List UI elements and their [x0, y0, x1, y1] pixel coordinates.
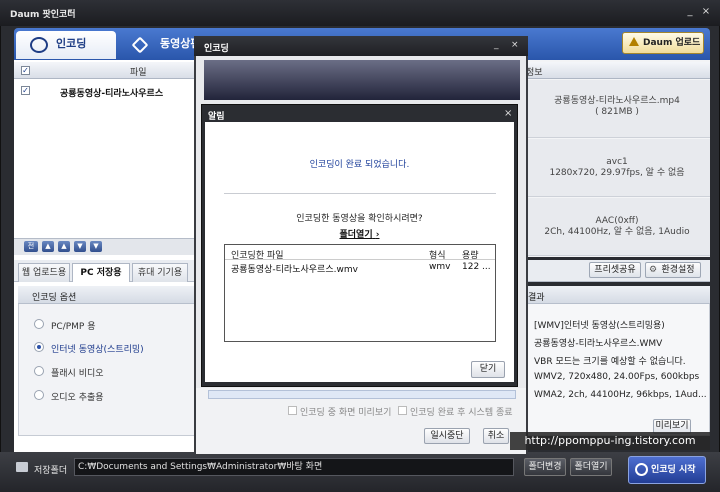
- minimize-button[interactable]: _: [684, 6, 696, 17]
- move-up-button[interactable]: ▲: [58, 241, 70, 252]
- info-header: 정보: [524, 62, 710, 79]
- table-cell-format: wmv: [429, 262, 451, 272]
- cancel-button[interactable]: 취소: [483, 428, 509, 444]
- alert-divider: [224, 193, 496, 194]
- info-audio-codec: AAC(0xff): [595, 216, 639, 226]
- encoding-dialog-title-bar: 인코딩 _ ×: [194, 36, 528, 56]
- option-streaming-label: 인터넷 동영상(스트리밍): [51, 345, 144, 355]
- open-folder-link-label: 폴더열기: [339, 230, 373, 240]
- open-folder-button[interactable]: 폴더열기: [570, 458, 612, 476]
- change-folder-button[interactable]: 폴더변경: [524, 458, 566, 476]
- info-audio-block: AAC(0xff) 2Ch, 44100Hz, 알 수 없음, 1Audio: [524, 198, 710, 256]
- radio-audio[interactable]: [34, 390, 44, 400]
- table-header-divider: [225, 259, 495, 260]
- app-title: Daum 팟인코더: [10, 10, 76, 20]
- save-folder-label: 저장폴더: [34, 466, 68, 476]
- option-audio-label: 오디오 추출용: [51, 393, 104, 403]
- move-first-button[interactable]: 전: [24, 241, 38, 252]
- result-size-note: VBR 모드는 크기를 예상할 수 없습니다.: [534, 357, 686, 367]
- save-path-field[interactable]: C:₩Documents and Settings₩Administrator₩…: [74, 458, 514, 476]
- info-file-name: 공룡동영상-티라노사우르스.mp4: [554, 96, 680, 106]
- daum-upload-label: Daum 업로드: [643, 38, 701, 48]
- title-menu-arrow-icon[interactable]: ▾: [68, 7, 73, 17]
- select-all-checkbox[interactable]: ✓: [21, 66, 30, 75]
- alert-close-button[interactable]: 닫기: [471, 361, 505, 378]
- tab-web-upload[interactable]: 웹 업로드용: [18, 263, 70, 282]
- alert-title: 알림: [208, 112, 225, 122]
- result-header-label: 결과: [528, 293, 545, 303]
- daum-upload-button[interactable]: Daum 업로드: [622, 32, 704, 54]
- preset-share-button[interactable]: 프리셋공유: [589, 262, 641, 278]
- shutdown-after-encoding-checkbox[interactable]: [398, 406, 407, 415]
- preview-while-encoding-checkbox[interactable]: [288, 406, 297, 415]
- result-filename: 공룡동영상-티라노사우르스.WMV: [534, 339, 663, 349]
- encoding-progress-bar: [208, 390, 516, 399]
- info-video-block: avc1 1280x720, 29.97fps, 알 수 없음: [524, 139, 710, 197]
- encoding-options-header: 인코딩 옵션: [18, 286, 204, 304]
- info-file-block: 공룡동영상-티라노사우르스.mp4 ( 821MB ): [524, 80, 710, 138]
- close-button[interactable]: ×: [700, 6, 712, 17]
- watermark: http://ppomppu-ing.tistory.com: [510, 432, 710, 450]
- radio-pc-pmp[interactable]: [34, 319, 44, 329]
- pause-button[interactable]: 일시중단: [424, 428, 470, 444]
- encoding-options-panel: [18, 286, 204, 436]
- settings-button-label: 환경설정: [661, 265, 695, 275]
- folder-icon: [16, 462, 28, 472]
- move-top-button[interactable]: ▲: [42, 241, 54, 252]
- info-audio-detail: 2Ch, 44100Hz, 알 수 없음, 1Audio: [544, 227, 690, 237]
- encoding-video-preview: [204, 60, 520, 100]
- info-video-detail: 1280x720, 29.97fps, 알 수 없음: [549, 168, 685, 178]
- start-encoding-label: 인코딩 시작: [651, 465, 696, 475]
- result-preset: [WMV]인터넷 동영상(스트리밍용): [534, 321, 665, 331]
- tab-mobile[interactable]: 휴대 기기용: [132, 263, 188, 282]
- option-flash-label: 플래시 비디오: [51, 369, 104, 379]
- result-audio: WMA2, 2ch, 44100Hz, 96kbps, 1Aud...: [534, 390, 707, 400]
- info-header-label: 정보: [526, 68, 543, 78]
- encoding-dialog-minimize-button[interactable]: _: [494, 40, 499, 50]
- shutdown-after-encoding-label: 인코딩 완료 후 시스템 종료: [410, 408, 513, 418]
- start-encoding-button[interactable]: 인코딩 시작: [628, 456, 706, 484]
- radio-streaming[interactable]: [34, 342, 44, 352]
- gear-icon: ⚙: [649, 265, 658, 275]
- option-pc-pmp-label: PC/PMP 용: [51, 322, 96, 332]
- file-row-checkbox[interactable]: ✓: [21, 86, 30, 95]
- open-folder-link[interactable]: 폴더열기 ›: [205, 227, 514, 240]
- title-bar: Daum 팟인코더 ▾ _ ×: [0, 0, 720, 26]
- confirm-question: 인코딩한 동영상을 확인하시려면?: [296, 214, 423, 224]
- result-video: WMV2, 720x480, 24.00Fps, 600kbps: [534, 372, 700, 382]
- alert-close-icon[interactable]: ×: [504, 108, 512, 119]
- info-file-size: ( 821MB ): [595, 107, 639, 117]
- file-row-name: 공룡동영상-티라노사우르스: [60, 89, 164, 99]
- encoding-complete-message: 인코딩이 완료 되었습니다.: [309, 160, 410, 170]
- disc-icon: [635, 463, 648, 476]
- wand-icon: [131, 36, 149, 54]
- encoding-dialog-title: 인코딩: [204, 44, 229, 54]
- table-cell-file: 공룡동영상-티라노사우르스.wmv: [231, 265, 358, 275]
- file-column-header: 파일: [130, 68, 147, 78]
- tab-pc-save[interactable]: PC 저장용: [72, 263, 130, 282]
- info-video-codec: avc1: [606, 157, 628, 167]
- upload-arrow-icon: [629, 37, 639, 46]
- move-down-button[interactable]: ▼: [74, 241, 86, 252]
- move-bottom-button[interactable]: ▼: [90, 241, 102, 252]
- file-list-header: ✓ 파일: [14, 62, 204, 79]
- disc-icon: [30, 37, 48, 53]
- encoding-options-title: 인코딩 옵션: [32, 293, 77, 303]
- result-header: 결과: [524, 286, 710, 304]
- table-cell-size: 122 ...: [462, 262, 491, 272]
- tab-encode[interactable]: 인코딩: [16, 31, 116, 59]
- radio-flash[interactable]: [34, 366, 44, 376]
- preview-while-encoding-label: 인코딩 중 화면 미리보기: [300, 408, 392, 418]
- encoding-dialog-close-button[interactable]: ×: [511, 40, 519, 50]
- settings-button[interactable]: ⚙ 환경설정: [645, 262, 701, 278]
- chevron-right-icon: ›: [375, 230, 380, 240]
- tab-encode-label: 인코딩: [56, 37, 87, 50]
